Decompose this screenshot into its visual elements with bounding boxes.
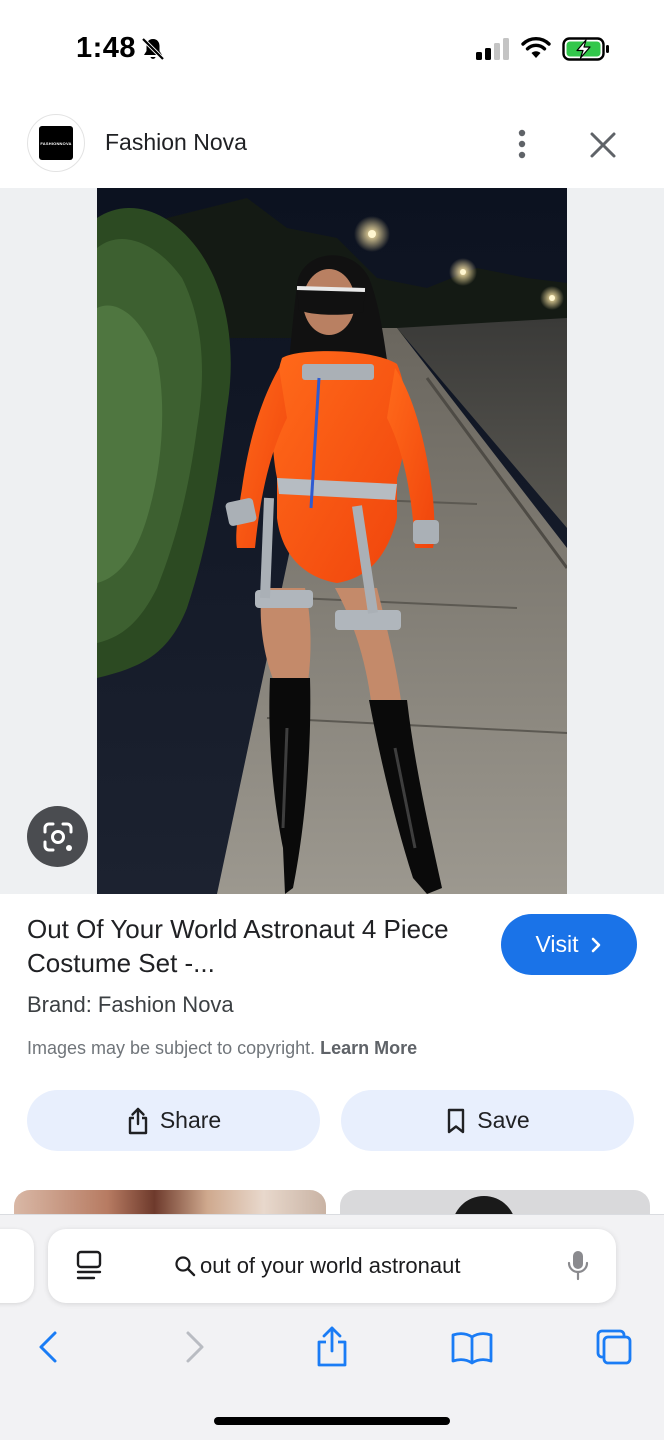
- wifi-icon: [520, 36, 552, 65]
- visit-button[interactable]: Visit: [501, 914, 637, 975]
- image-viewer: [0, 188, 664, 894]
- copyright-text: Images may be subject to copyright.: [27, 1038, 316, 1058]
- tabs-icon: [596, 1329, 632, 1365]
- google-lens-button[interactable]: [27, 806, 88, 867]
- visit-label: Visit: [535, 931, 579, 957]
- browser-bottom-bar: out of your world astronaut: [0, 1214, 664, 1440]
- brand-label: Brand: Fashion Nova: [27, 992, 234, 1017]
- bookmarks-button[interactable]: [448, 1323, 496, 1371]
- previous-tab-preview[interactable]: [0, 1229, 34, 1303]
- share-button[interactable]: Share: [27, 1090, 320, 1151]
- chevron-right-icon: [591, 937, 600, 952]
- product-image[interactable]: [97, 188, 567, 894]
- save-label: Save: [477, 1107, 530, 1133]
- forward-button[interactable]: [170, 1323, 218, 1371]
- share-icon: [317, 1326, 347, 1367]
- cellular-signal-icon: [476, 38, 510, 65]
- save-button[interactable]: Save: [341, 1090, 634, 1151]
- share-label: Share: [159, 1107, 222, 1133]
- lens-icon: [43, 822, 72, 851]
- close-button[interactable]: [586, 128, 620, 162]
- source-header: FASHIONNOVA Fashion Nova: [0, 110, 664, 188]
- source-name[interactable]: Fashion Nova: [105, 129, 247, 156]
- share-icon: [128, 1107, 148, 1134]
- url-display[interactable]: out of your world astronaut: [174, 1253, 460, 1279]
- close-icon: [590, 132, 616, 158]
- search-icon: [175, 1256, 196, 1277]
- bookmark-icon: [448, 1108, 465, 1133]
- home-indicator[interactable]: [214, 1417, 450, 1425]
- more-vert-icon: [518, 129, 526, 159]
- tabs-button[interactable]: [590, 1323, 638, 1371]
- browser-share-button[interactable]: [308, 1323, 356, 1371]
- back-arrow-icon: [39, 1331, 57, 1363]
- product-title[interactable]: Out Of Your World Astronaut 4 Piece Cost…: [27, 912, 467, 980]
- search-query: out of your world astronaut: [200, 1253, 461, 1278]
- learn-more-link[interactable]: Learn More: [320, 1038, 417, 1058]
- page-menu-icon[interactable]: [74, 1249, 104, 1288]
- bell-slash-icon: [140, 36, 166, 67]
- result-details: Out Of Your World Astronaut 4 Piece Cost…: [0, 894, 664, 1220]
- source-logo[interactable]: FASHIONNOVA: [27, 114, 85, 172]
- address-bar[interactable]: out of your world astronaut: [48, 1229, 616, 1303]
- back-button[interactable]: [25, 1323, 73, 1371]
- status-bar: 1:48: [0, 0, 664, 100]
- status-time: 1:48: [76, 32, 137, 64]
- source-logo-text: FASHIONNOVA: [40, 140, 72, 146]
- book-icon: [451, 1332, 493, 1365]
- more-options-button[interactable]: [506, 124, 538, 164]
- microphone-icon[interactable]: [566, 1249, 590, 1288]
- battery-charging-icon: [562, 36, 610, 67]
- copyright-notice: Images may be subject to copyright. Lear…: [27, 1038, 417, 1059]
- forward-arrow-icon: [186, 1331, 204, 1363]
